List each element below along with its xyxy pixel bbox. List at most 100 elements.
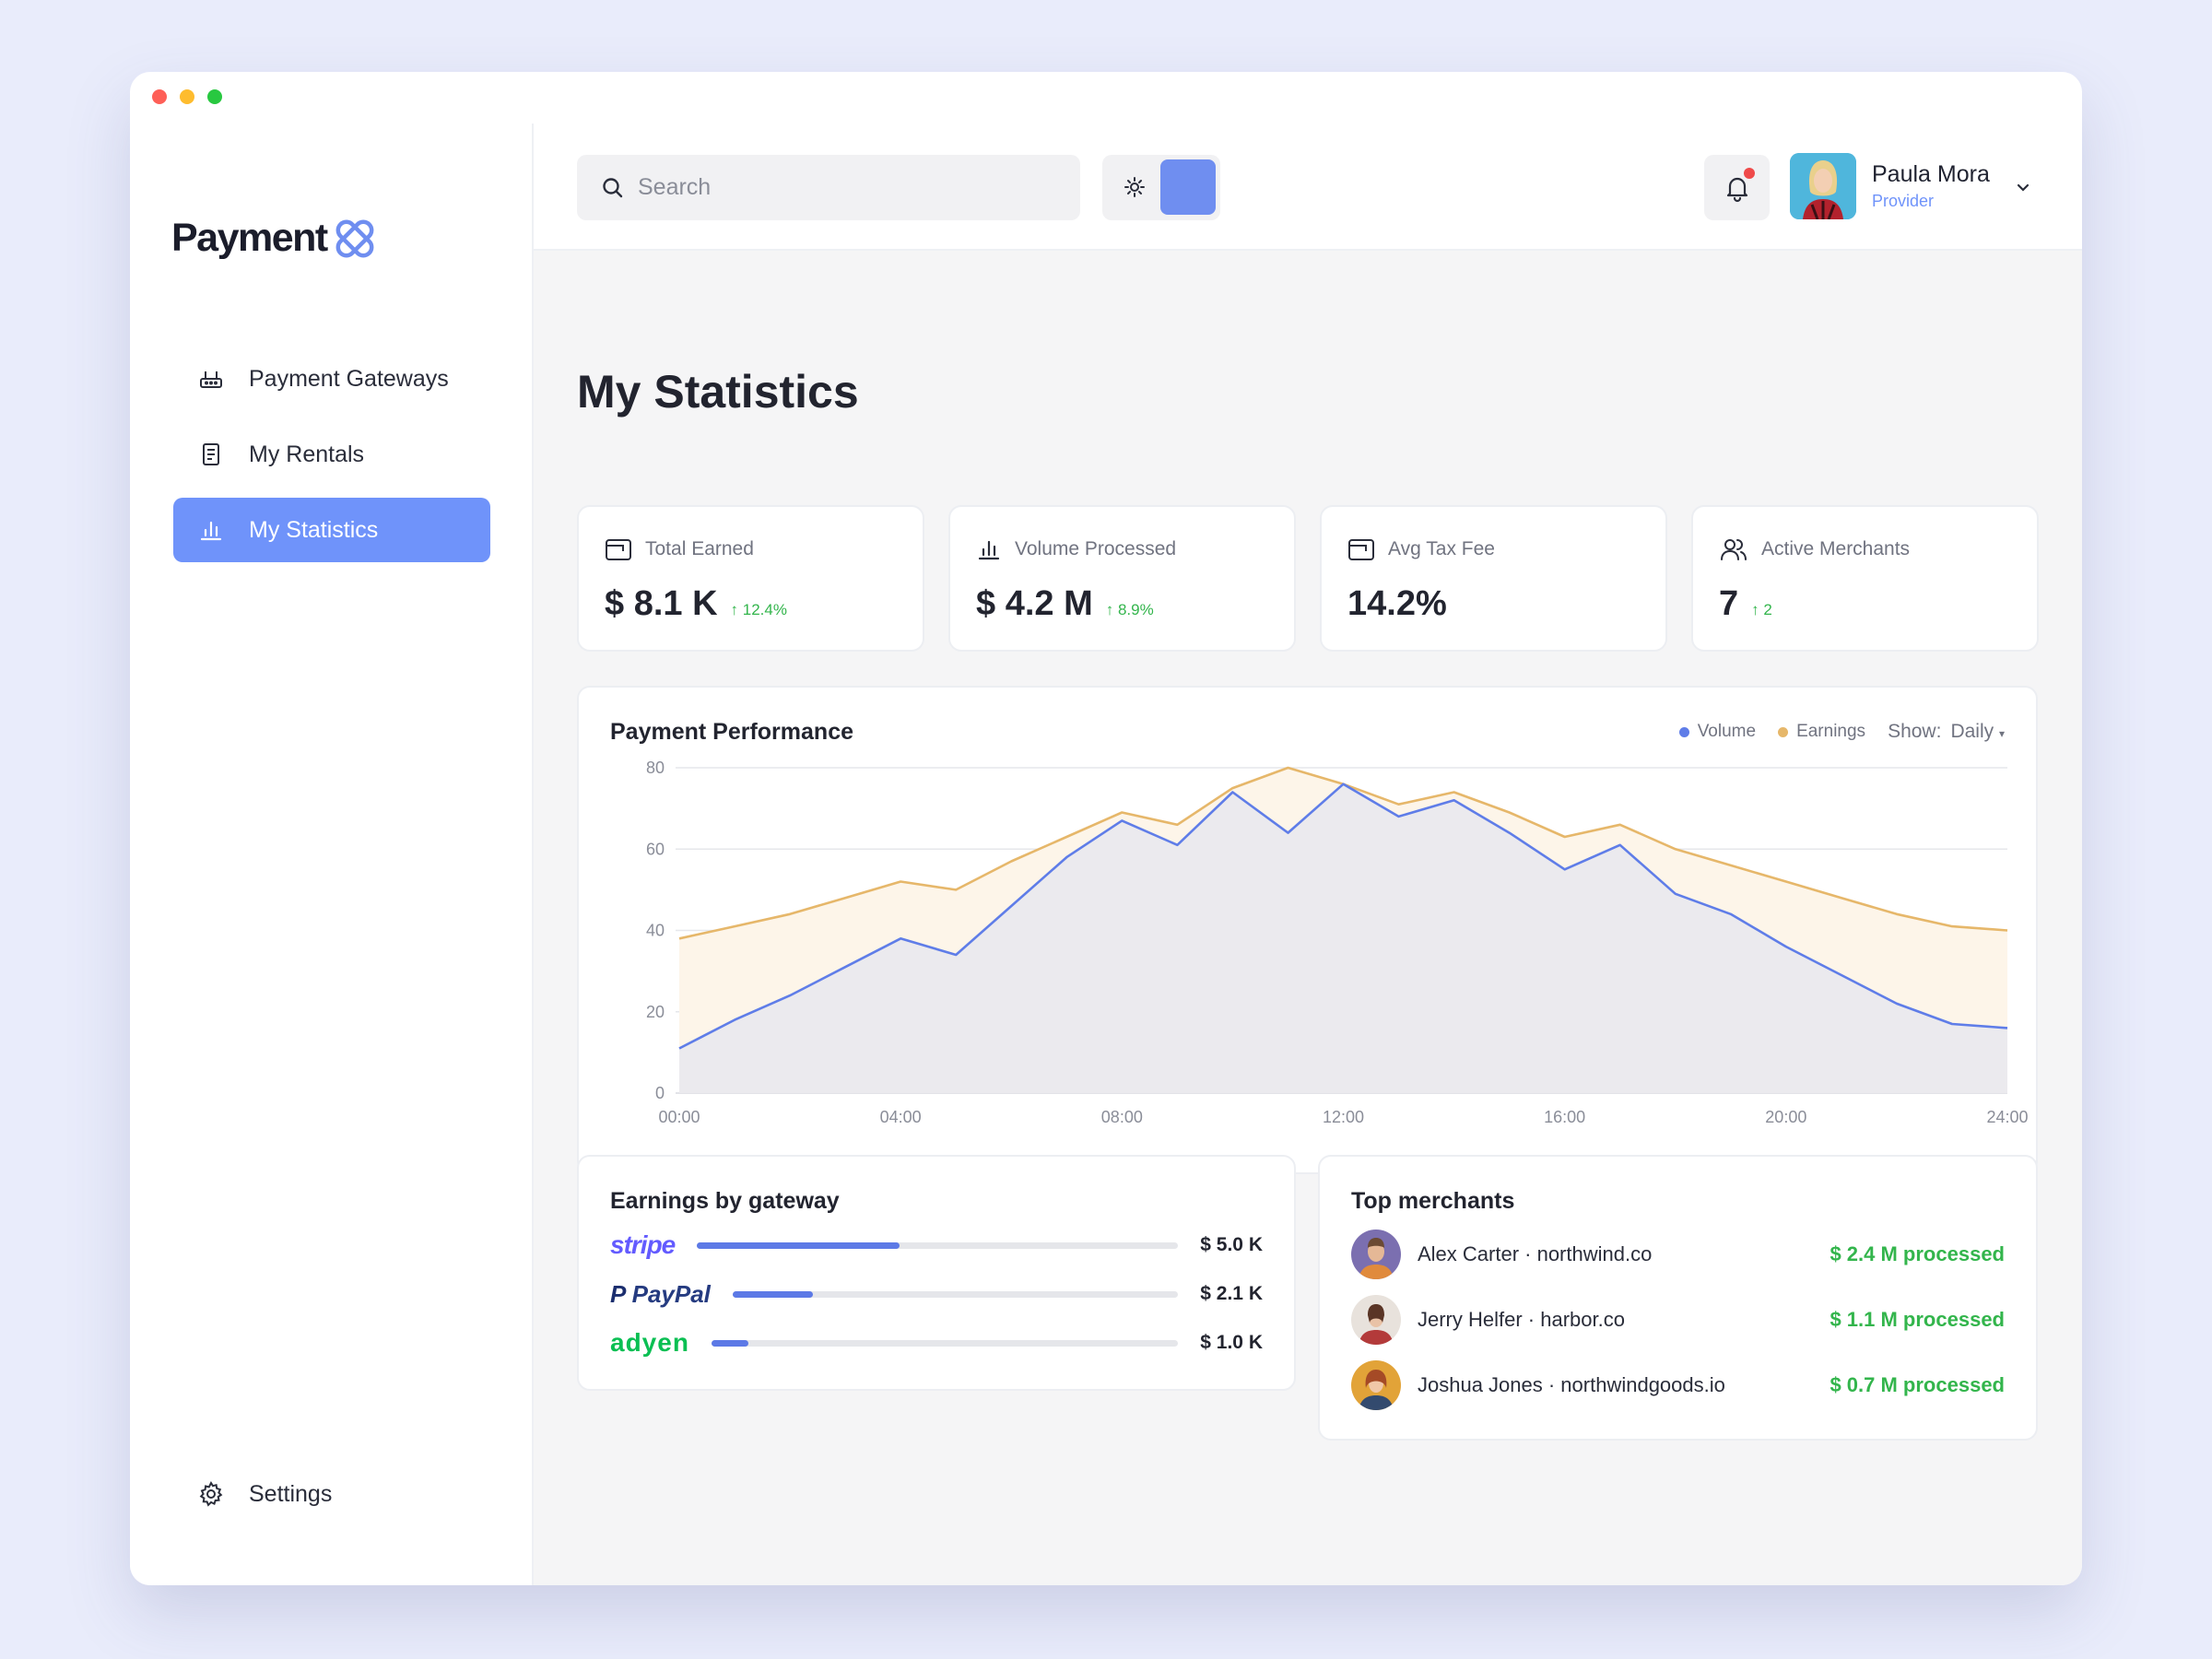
kpi-value: 7 xyxy=(1719,584,1739,623)
kpi-delta: ↑ 12.4% xyxy=(730,601,787,618)
kpi-value: $ 4.2 M xyxy=(976,584,1093,623)
sidebar-item-label: Payment Gateways xyxy=(249,365,449,392)
payment-performance-chart: 0 20 40 60 80 00:00 04:00 08:00 12:00 16:00 20:00 2… xyxy=(646,759,2029,1126)
app-window: Payment Payment Gateways My Rentals My S… xyxy=(130,72,2082,1585)
search-input[interactable]: Search xyxy=(577,155,1080,220)
sidebar-nav: Payment Gateways My Rentals My Statistic… xyxy=(173,347,490,573)
window-controls xyxy=(152,89,222,104)
gear-icon xyxy=(197,1480,225,1508)
x-tick-label: 20:00 xyxy=(1765,1108,1806,1126)
gateway-amount: $ 1.0 K xyxy=(1200,1332,1263,1353)
merchant-name: Jerry Helfer · harbor.co xyxy=(1418,1308,1625,1331)
kpi-card-total-earned: Total Earned $ 8.1 K ↑ 12.4% xyxy=(577,505,924,652)
user-name: Paula Mora xyxy=(1872,161,1990,187)
kpi-card-active-merchants: Active Merchants 7 ↑ 2 xyxy=(1691,505,2039,652)
sun-icon xyxy=(1123,175,1147,204)
adyen-logo: adyen xyxy=(610,1328,689,1357)
kpi-delta: ↑ 2 xyxy=(1751,601,1772,618)
toggle-knob xyxy=(1160,159,1216,215)
bar-chart-icon xyxy=(197,516,225,544)
legend-item-earnings[interactable]: Earnings xyxy=(1778,722,1865,742)
users-icon xyxy=(1719,536,1748,562)
sidebar-item-label: My Statistics xyxy=(249,516,379,543)
x-tick-label: 12:00 xyxy=(1323,1108,1364,1126)
y-tick-label: 60 xyxy=(646,840,665,858)
merchant-name: Joshua Jones · northwindgoods.io xyxy=(1418,1373,1725,1396)
legend-item-volume[interactable]: Volume xyxy=(1678,722,1757,742)
progress-fill xyxy=(732,1290,813,1298)
merchant-row[interactable]: Alex Carter · northwind.co $ 2.4 M proce… xyxy=(1351,1229,2005,1280)
user-menu[interactable]: Paula Mora Provider xyxy=(1790,153,2032,219)
merchant-row[interactable]: Jerry Helfer · harbor.co $ 1.1 M process… xyxy=(1351,1294,2005,1346)
notifications-button[interactable] xyxy=(1704,155,1770,220)
x-tick-label: 08:00 xyxy=(1101,1108,1143,1126)
y-tick-label: 80 xyxy=(646,759,665,777)
user-role: Provider xyxy=(1872,192,1935,210)
kpi-card-avg-tax-fee: Avg Tax Fee 14.2% xyxy=(1320,505,1667,652)
period-select-value: Daily xyxy=(1950,721,1994,742)
panel-title: Top merchants xyxy=(1351,1188,1515,1214)
chevron-down-icon[interactable] xyxy=(2014,179,2032,197)
show-label: Show: xyxy=(1888,721,1942,742)
kpi-cards: Total Earned $ 8.1 K ↑ 12.4% Volume Proce… xyxy=(577,505,2039,652)
theme-toggle[interactable] xyxy=(1102,155,1220,220)
progress-fill xyxy=(697,1241,900,1249)
panel-title: Earnings by gateway xyxy=(610,1188,840,1214)
legend-label: Earnings xyxy=(1796,722,1866,741)
kpi-label: Active Merchants xyxy=(1761,538,1911,559)
merchant-amount: $ 0.7 M processed xyxy=(1830,1373,2005,1396)
merchant-name: Alex Carter · northwind.co xyxy=(1418,1242,1653,1265)
sidebar-item-my-rentals[interactable]: My Rentals xyxy=(173,422,490,487)
search-placeholder: Search xyxy=(638,174,712,200)
caret-down-icon: ▾ xyxy=(1998,727,2005,740)
avatar xyxy=(1351,1230,1401,1279)
kpi-label: Total Earned xyxy=(645,538,754,559)
x-tick-label: 04:00 xyxy=(880,1108,922,1126)
sidebar-item-payment-gateways[interactable]: Payment Gateways xyxy=(173,347,490,411)
brand-mark-icon xyxy=(335,219,374,257)
main-content: Search Paula Mora Provider My Statistics… xyxy=(534,124,2082,1585)
y-tick-label: 40 xyxy=(646,922,665,940)
legend-label: Volume xyxy=(1697,722,1757,741)
maximize-window-button[interactable] xyxy=(207,89,222,104)
chart-legend: Volume Earnings Show: Daily ▾ xyxy=(1657,721,2005,743)
sidebar-item-label: My Rentals xyxy=(249,441,365,467)
brand-logo[interactable]: Payment xyxy=(171,216,379,261)
avatar xyxy=(1351,1360,1401,1410)
chart-title: Payment Performance xyxy=(610,719,854,745)
gateway-row[interactable]: adyen $ 1.0 K xyxy=(610,1324,1263,1361)
merchant-row[interactable]: Joshua Jones · northwindgoods.io $ 0.7 M… xyxy=(1351,1359,2005,1411)
payment-performance-card: 0 20 40 60 80 00:00 04:00 08:00 12:00 16:00 20:00 2… xyxy=(577,686,2038,1174)
bar-chart-icon xyxy=(976,536,1002,562)
router-icon xyxy=(197,365,225,393)
sidebar-item-my-statistics[interactable]: My Statistics xyxy=(173,498,490,562)
sidebar-item-settings[interactable]: Settings xyxy=(173,1462,332,1526)
earnings-by-gateway-card: Earnings by gateway stripe $ 5.0 K P Pay… xyxy=(577,1155,1296,1391)
merchant-amount: $ 1.1 M processed xyxy=(1830,1308,2005,1331)
merchant-amount: $ 2.4 M processed xyxy=(1830,1242,2005,1265)
brand-name: Payment xyxy=(171,216,328,260)
x-tick-label: 16:00 xyxy=(1544,1108,1585,1126)
sidebar: Payment Payment Gateways My Rentals My S… xyxy=(130,124,534,1585)
avatar xyxy=(1790,153,1856,219)
x-tick-label: 24:00 xyxy=(1986,1108,2028,1126)
minimize-window-button[interactable] xyxy=(180,89,194,104)
paypal-logo: P PayPal xyxy=(610,1279,711,1308)
progress-bar xyxy=(697,1241,1179,1249)
y-tick-label: 20 xyxy=(646,1003,665,1021)
paypal-wordmark: PayPal xyxy=(631,1279,711,1308)
gateway-row[interactable]: P PayPal $ 2.1 K xyxy=(610,1276,1263,1312)
gateway-row[interactable]: stripe $ 5.0 K xyxy=(610,1227,1263,1264)
close-window-button[interactable] xyxy=(152,89,167,104)
x-tick-label: 00:00 xyxy=(658,1108,700,1126)
period-select[interactable]: Daily ▾ xyxy=(1950,721,2005,743)
legend-dot xyxy=(1678,726,1689,737)
wallet-icon xyxy=(605,536,632,562)
notification-badge xyxy=(1744,168,1755,179)
document-icon xyxy=(197,441,225,468)
avatar xyxy=(1351,1295,1401,1345)
progress-bar xyxy=(711,1339,1179,1347)
legend-dot xyxy=(1778,726,1789,737)
kpi-label: Avg Tax Fee xyxy=(1388,538,1495,559)
topbar: Search Paula Mora Provider xyxy=(534,124,2082,251)
